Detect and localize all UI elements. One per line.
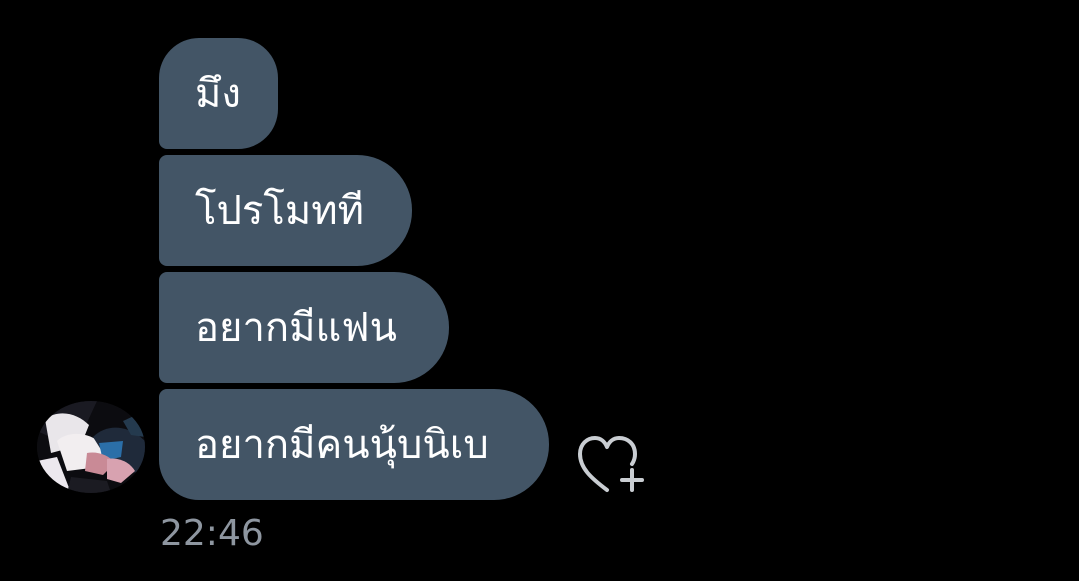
message-timestamp: 22:46	[160, 513, 264, 554]
message-bubble[interactable]: อยากมีแฟน	[159, 272, 449, 383]
message-text: อยากมีแฟน	[195, 304, 397, 351]
message-bubble[interactable]: อยากมีคนนุ้บนิเบ	[159, 389, 549, 500]
heart-add-icon[interactable]	[575, 432, 649, 496]
message-bubble[interactable]: โปรโมทที	[159, 155, 412, 266]
message-text: อยากมีคนนุ้บนิเบ	[195, 421, 489, 468]
message-text: มึง	[195, 70, 241, 117]
message-bubble[interactable]: มึง	[159, 38, 278, 149]
avatar-image	[37, 401, 145, 493]
avatar[interactable]	[37, 401, 145, 493]
message-text: โปรโมทที	[195, 187, 364, 234]
